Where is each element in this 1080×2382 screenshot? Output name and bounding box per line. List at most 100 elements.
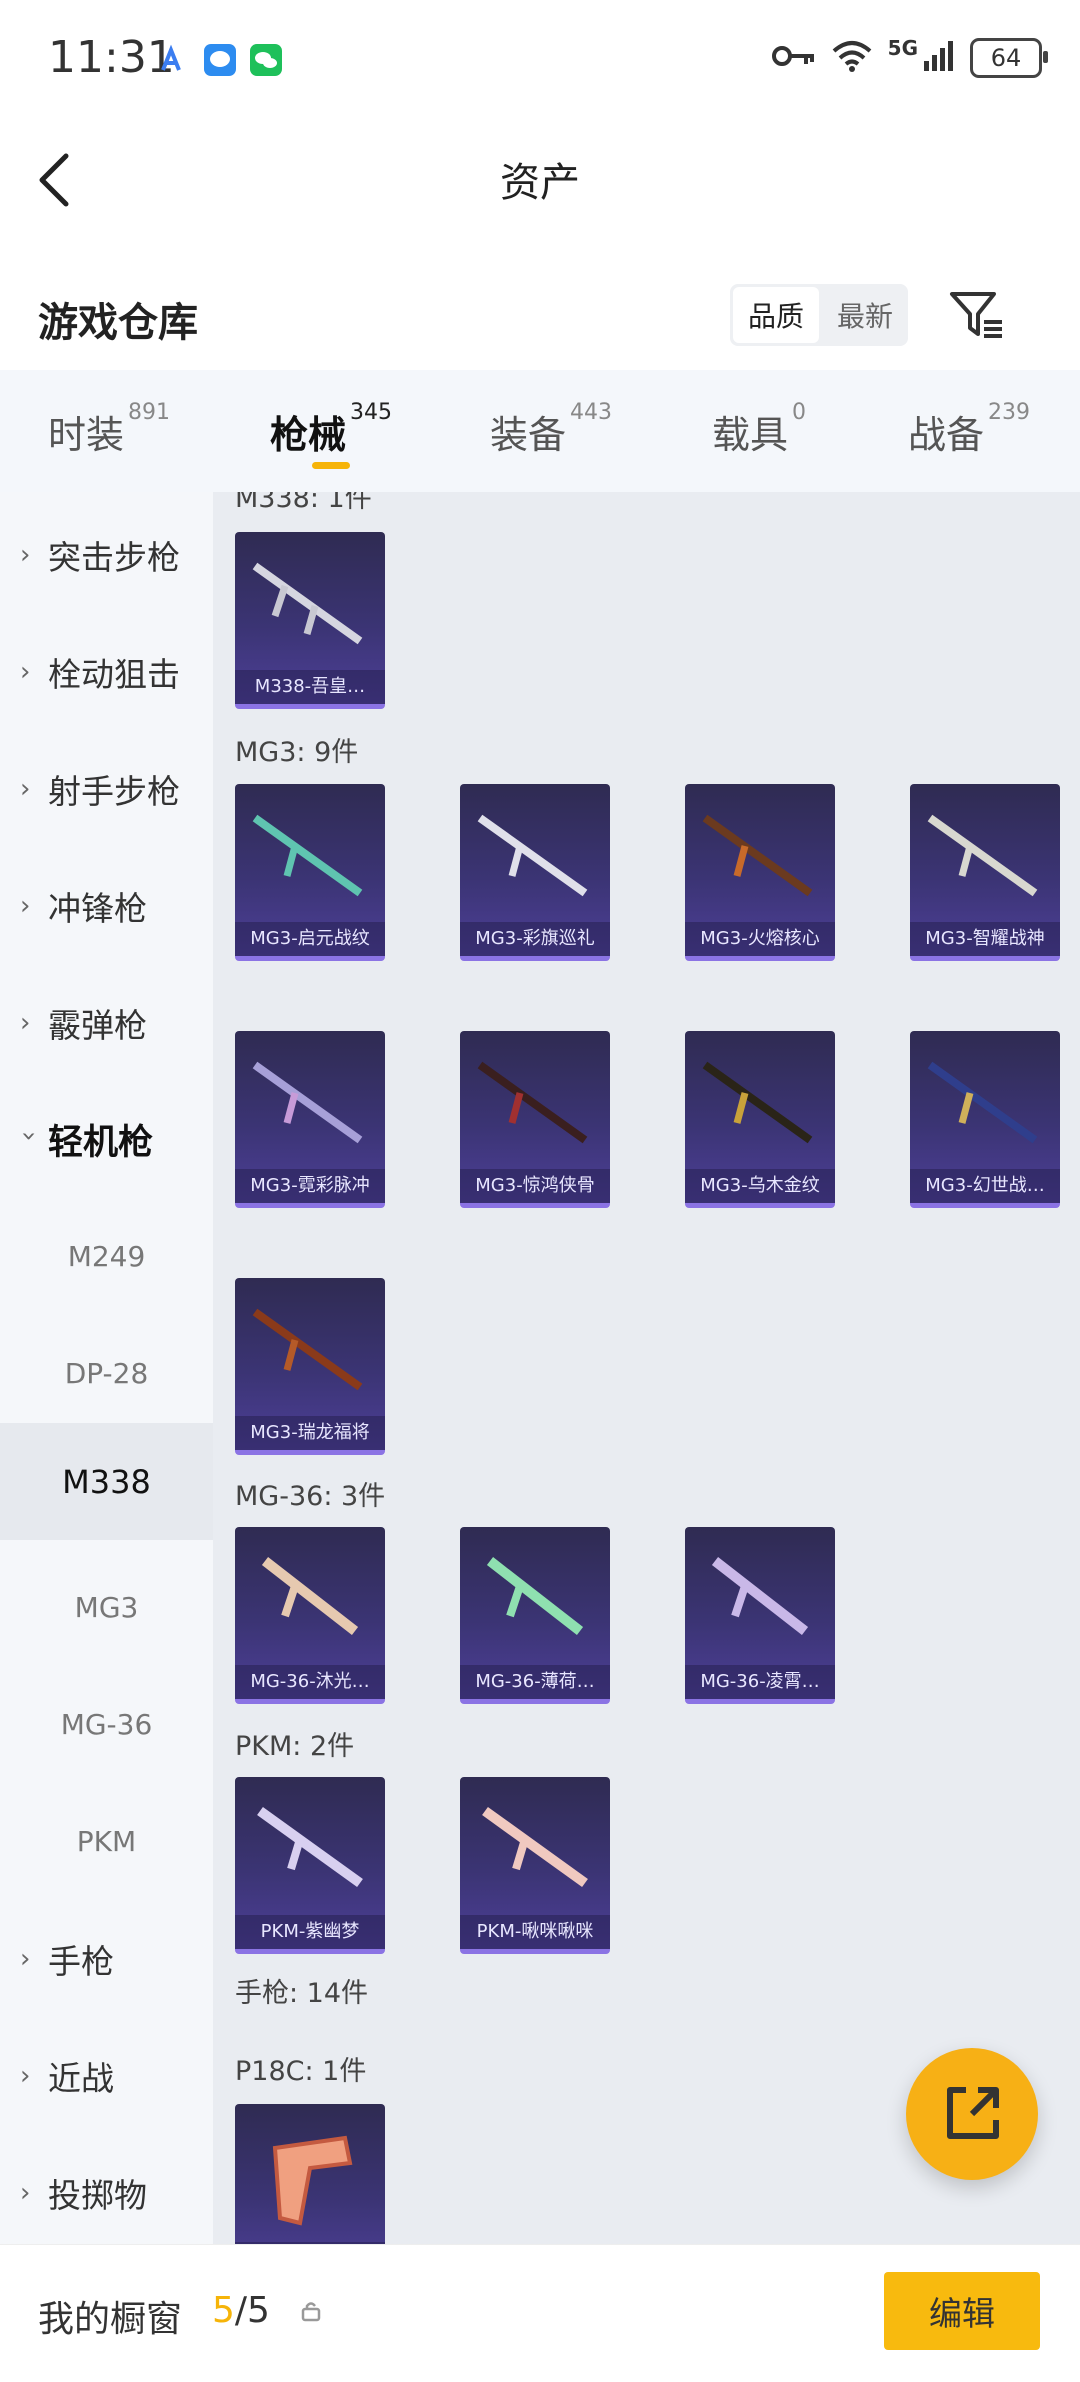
chevron-down-icon: ›	[14, 1130, 44, 1141]
item-card[interactable]: M338-吾皇…	[235, 532, 385, 709]
item-card[interactable]: MG3-启元战纹	[235, 784, 385, 961]
item-card[interactable]: MG3-瑞龙福将	[235, 1278, 385, 1455]
sidebar-item-assault-rifle[interactable]: › 突击步枪	[0, 496, 213, 613]
tab-label: 装备	[490, 413, 567, 457]
sidebar-sub-m338[interactable]: M338	[0, 1423, 213, 1540]
sort-newest-button[interactable]: 最新	[822, 284, 908, 346]
group-header-pkm: PKM: 2件	[235, 1731, 355, 1762]
item-card[interactable]	[235, 2104, 385, 2244]
sidebar-sub-dp28[interactable]: DP-28	[0, 1315, 213, 1432]
chevron-right-icon: ›	[20, 2177, 31, 2208]
sidebar-item-label: 突击步枪	[48, 537, 180, 577]
category-tabs: 时装891 枪械345 装备443 载具0 战备239	[0, 370, 1080, 492]
lock-icon	[300, 2300, 322, 2322]
tab-equipment[interactable]: 装备443	[490, 400, 612, 459]
rifle-icon	[252, 562, 363, 645]
rifle-icon	[486, 1557, 584, 1635]
group-header-mg36: MG-36: 3件	[235, 1481, 386, 1512]
item-card[interactable]: MG3-幻世战…	[910, 1031, 1060, 1208]
pistol-icon	[272, 2135, 353, 2226]
tab-count: 443	[570, 400, 613, 425]
item-card[interactable]: MG3-霓彩脉冲	[235, 1031, 385, 1208]
page-title: 资产	[500, 160, 580, 206]
sidebar: › 突击步枪 › 栓动狙击 › 射手步枪 › 冲锋枪 › 霰弹枪 › 轻机枪 M249 DP…	[0, 492, 213, 2244]
warehouse-title: 游戏仓库	[38, 300, 198, 346]
group-header-p18c: P18C: 1件	[235, 2056, 367, 2087]
item-card[interactable]: MG3-惊鸿侠骨	[460, 1031, 610, 1208]
sidebar-item-melee[interactable]: › 近战	[0, 2017, 213, 2134]
chevron-right-icon: ›	[20, 890, 31, 921]
sidebar-item-pistol[interactable]: › 手枪	[0, 1900, 213, 2017]
sidebar-item-smg[interactable]: › 冲锋枪	[0, 847, 213, 964]
edit-button[interactable]: 编辑	[884, 2272, 1040, 2350]
sidebar-item-bolt-sniper[interactable]: › 栓动狙击	[0, 613, 213, 730]
item-name: MG3-幻世战…	[910, 1169, 1060, 1203]
item-card[interactable]: MG-36-沐光…	[235, 1527, 385, 1704]
item-card[interactable]: MG3-智耀战神	[910, 784, 1060, 961]
item-name: MG-36-薄荷…	[460, 1665, 610, 1699]
tab-firearms[interactable]: 枪械345	[270, 400, 392, 459]
sidebar-item-label: 近战	[48, 2058, 114, 2098]
external-link-icon	[947, 2087, 999, 2139]
item-card[interactable]: MG-36-薄荷…	[460, 1527, 610, 1704]
sort-toggle: 品质 最新	[730, 284, 908, 346]
rifle-icon	[702, 1061, 813, 1144]
item-name: MG3-启元战纹	[235, 922, 385, 956]
network-type: 5G	[887, 36, 918, 60]
item-name: MG3-彩旗巡礼	[460, 922, 610, 956]
sidebar-item-label: 冲锋枪	[48, 888, 147, 928]
wifi-icon	[830, 39, 874, 77]
tab-vehicles[interactable]: 载具0	[712, 400, 806, 459]
item-name: MG3-霓彩脉冲	[235, 1169, 385, 1203]
group-header-pistol: 手枪: 14件	[235, 1978, 369, 2009]
message-app-icon	[204, 44, 236, 76]
tab-label: 枪械	[270, 413, 347, 457]
sidebar-item-marksman-rifle[interactable]: › 射手步枪	[0, 730, 213, 847]
sidebar-item-label: 栓动狙击	[48, 654, 180, 694]
group-header-m338: M338: 1件	[235, 492, 372, 514]
tab-count: 0	[792, 400, 807, 425]
item-name: MG3-智耀战神	[910, 922, 1060, 956]
item-name: MG3-惊鸿侠骨	[460, 1169, 610, 1203]
item-card[interactable]: MG3-乌木金纹	[685, 1031, 835, 1208]
tab-supplies[interactable]: 战备239	[908, 400, 1030, 459]
sidebar-sub-mg36[interactable]: MG-36	[0, 1666, 213, 1783]
sidebar-sub-mg3[interactable]: MG3	[0, 1549, 213, 1666]
item-name: MG-36-沐光…	[235, 1665, 385, 1699]
sidebar-item-label: 手枪	[48, 1941, 114, 1981]
status-bar: 11:31 5G 64	[0, 0, 1080, 125]
chevron-right-icon: ›	[20, 539, 31, 570]
showcase-label: 我的橱窗	[38, 2299, 183, 2340]
wechat-app-icon	[250, 44, 282, 76]
tab-label: 载具	[712, 413, 789, 457]
item-card[interactable]: MG-36-凌霄…	[685, 1527, 835, 1704]
rifle-icon	[482, 1806, 588, 1888]
item-name: MG-36-凌霄…	[685, 1665, 835, 1699]
tab-count: 239	[988, 400, 1031, 425]
chevron-right-icon: ›	[20, 1943, 31, 1974]
item-card[interactable]: MG3-火熔核心	[685, 784, 835, 961]
sidebar-item-shotgun[interactable]: › 霰弹枪	[0, 964, 213, 1081]
sidebar-item-label: 轻机枪	[48, 1123, 154, 1163]
filter-button[interactable]	[948, 286, 1006, 344]
sidebar-item-throwable[interactable]: › 投掷物	[0, 2134, 213, 2251]
item-card[interactable]: MG3-彩旗巡礼	[460, 784, 610, 961]
item-name: MG3-瑞龙福将	[235, 1416, 385, 1450]
tab-fashion[interactable]: 时装891	[48, 400, 170, 459]
showcase-count: 5/5	[212, 2290, 270, 2331]
item-card[interactable]: PKM-啾咪啾咪	[460, 1777, 610, 1954]
sort-quality-button[interactable]: 品质	[733, 287, 819, 343]
showcase-total: /5	[234, 2290, 270, 2331]
signal-icon	[922, 39, 956, 77]
sidebar-sub-pkm[interactable]: PKM	[0, 1783, 213, 1900]
chevron-right-icon: ›	[20, 773, 31, 804]
sidebar-item-lmg[interactable]: › 轻机枪	[0, 1081, 213, 1198]
share-fab[interactable]	[906, 2048, 1038, 2180]
rifle-icon	[477, 814, 588, 897]
tab-label: 战备	[908, 413, 985, 457]
item-grid: M338: 1件 M338-吾皇… MG3: 9件 MG3-启元战纹 MG3-彩…	[213, 492, 1080, 2244]
item-card[interactable]: PKM-紫幽梦	[235, 1777, 385, 1954]
rifle-icon	[257, 1806, 363, 1888]
sidebar-sub-m249[interactable]: M249	[0, 1198, 213, 1315]
sidebar-item-label: 射手步枪	[48, 771, 180, 811]
